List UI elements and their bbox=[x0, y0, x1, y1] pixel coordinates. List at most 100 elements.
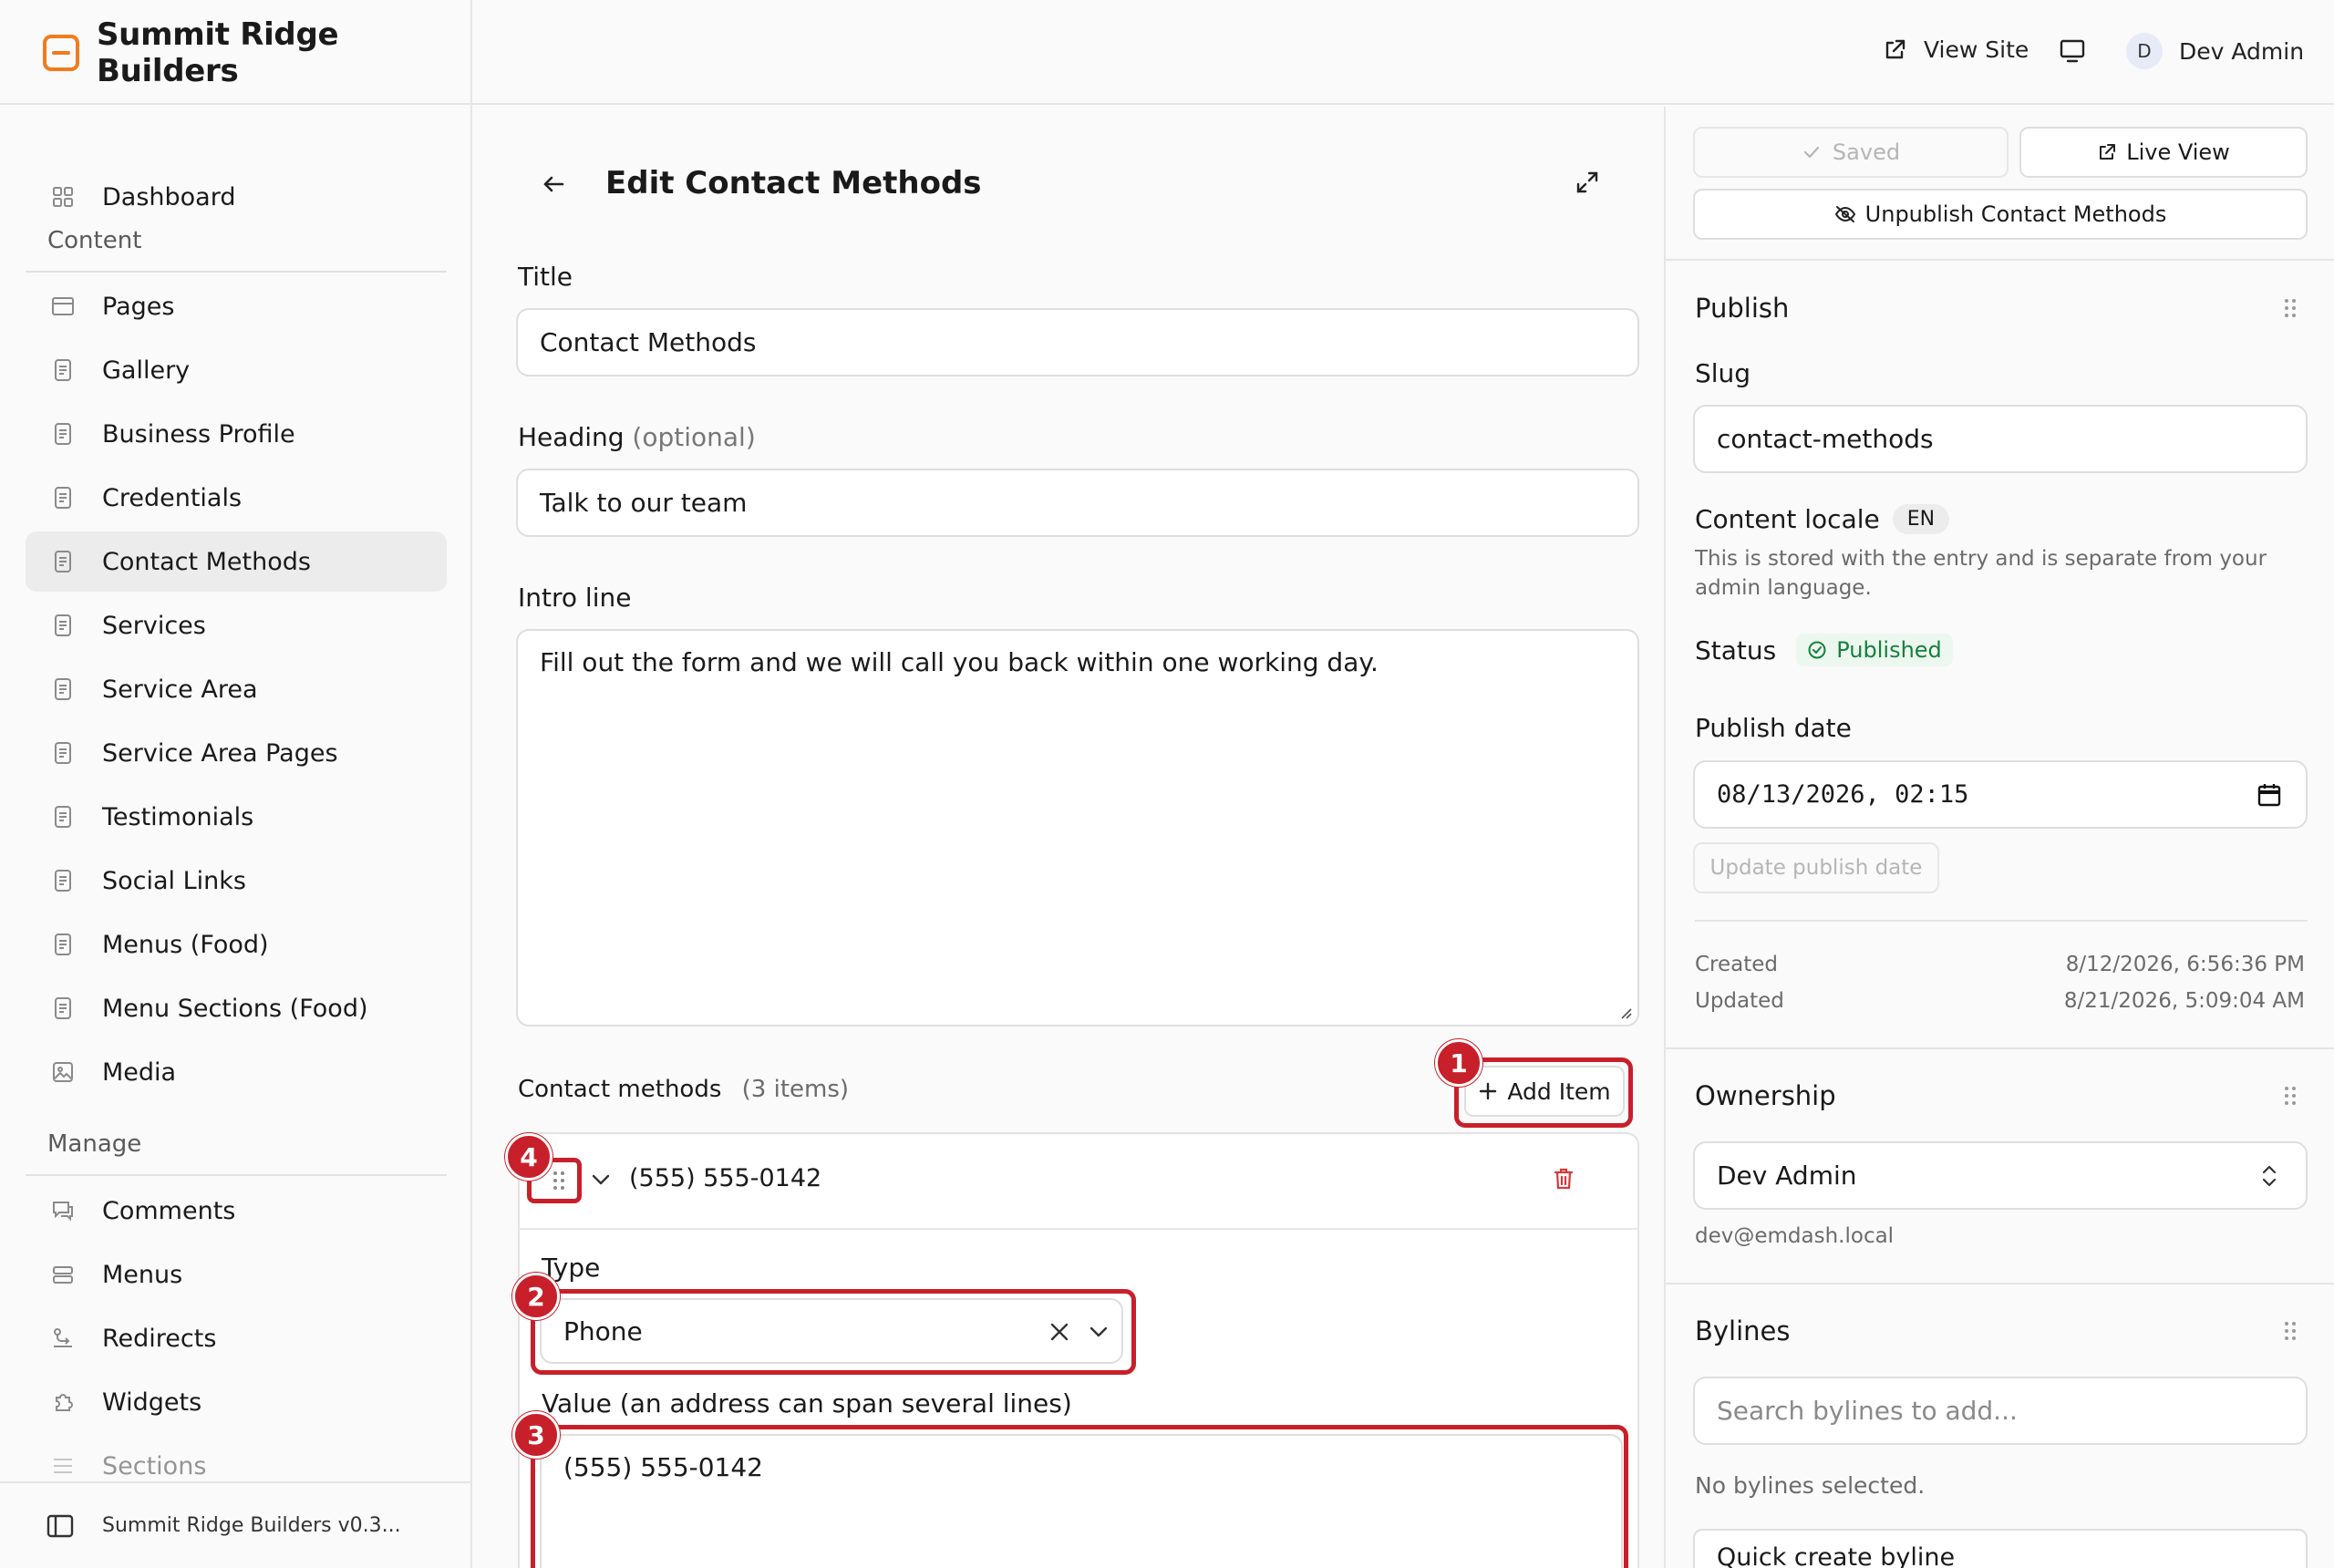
document-icon bbox=[49, 803, 77, 830]
user-name: Dev Admin bbox=[2179, 37, 2305, 65]
sidebar-section-content: Content bbox=[47, 227, 142, 254]
sidebar-item-media[interactable]: Media bbox=[26, 1042, 447, 1102]
locale-badge: EN bbox=[1892, 504, 1950, 534]
sidebar-item-label: Gallery bbox=[102, 356, 191, 385]
optional-hint: (optional) bbox=[632, 422, 756, 452]
slug-input[interactable]: contact-methods bbox=[1693, 405, 2308, 473]
monitor-icon[interactable] bbox=[2059, 38, 2086, 64]
live-view-label: Live View bbox=[2126, 139, 2230, 165]
sidebar-item-menus-food[interactable]: Menus (Food) bbox=[26, 914, 447, 975]
sidebar-item-menu-sections-food[interactable]: Menu Sections (Food) bbox=[26, 978, 447, 1038]
drag-handle-icon[interactable] bbox=[2282, 1084, 2298, 1108]
bylines-search-input[interactable]: Search bylines to add... bbox=[1693, 1377, 2308, 1445]
menu-list-icon bbox=[49, 1261, 77, 1288]
sidebar: Dashboard Content Pages Gallery Business… bbox=[0, 105, 472, 1568]
page-layout-icon bbox=[49, 293, 77, 320]
sidebar-item-label: Service Area bbox=[102, 675, 258, 704]
sidebar-item-gallery[interactable]: Gallery bbox=[26, 340, 447, 400]
sidebar-item-label: Service Area Pages bbox=[102, 738, 338, 768]
no-bylines-text: No bylines selected. bbox=[1695, 1472, 1926, 1499]
heading-label-text: Heading bbox=[518, 422, 625, 452]
image-icon bbox=[49, 1058, 77, 1086]
sidebar-item-widgets[interactable]: Widgets bbox=[26, 1372, 447, 1432]
check-circle-icon bbox=[1807, 640, 1827, 660]
sidebar-item-label: Menu Sections (Food) bbox=[102, 994, 368, 1023]
document-icon bbox=[49, 739, 77, 767]
status-value: Published bbox=[1836, 637, 1942, 663]
repeater-label: Contact methods (3 items) bbox=[518, 1076, 849, 1103]
sidebar-footer: Summit Ridge Builders v0.3... bbox=[0, 1481, 470, 1568]
title-input[interactable]: Contact Methods bbox=[516, 308, 1639, 377]
repeater-item-title: (555) 555-0142 bbox=[629, 1164, 822, 1192]
redirect-icon bbox=[49, 1325, 77, 1352]
page-title: Edit Contact Methods bbox=[605, 165, 982, 201]
quick-create-byline-button[interactable]: Quick create byline bbox=[1693, 1529, 2308, 1568]
chevron-down-icon[interactable] bbox=[589, 1168, 613, 1191]
document-icon bbox=[49, 420, 77, 448]
calendar-icon[interactable] bbox=[2257, 782, 2282, 808]
intro-textarea[interactable]: Fill out the form and we will call you b… bbox=[516, 629, 1639, 1026]
back-arrow-icon[interactable] bbox=[540, 170, 567, 198]
sidebar-item-label: Pages bbox=[102, 292, 175, 321]
sidebar-item-redirects[interactable]: Redirects bbox=[26, 1308, 447, 1368]
owner-value: Dev Admin bbox=[1717, 1161, 1857, 1191]
sidebar-item-label: Business Profile bbox=[102, 419, 295, 449]
update-publish-date-button[interactable]: Update publish date bbox=[1693, 842, 1939, 893]
brand-title: Summit Ridge Builders bbox=[97, 15, 339, 89]
drag-handle-icon[interactable] bbox=[2282, 296, 2298, 320]
slug-label: Slug bbox=[1695, 358, 1751, 388]
document-icon bbox=[49, 548, 77, 575]
live-view-button[interactable]: Live View bbox=[2019, 127, 2308, 178]
trash-icon[interactable] bbox=[1552, 1166, 1575, 1191]
document-icon bbox=[49, 995, 77, 1022]
avatar: D bbox=[2126, 33, 2163, 69]
unpublish-button[interactable]: Unpublish Contact Methods bbox=[1693, 189, 2308, 240]
version-label: Summit Ridge Builders v0.3... bbox=[102, 1514, 401, 1537]
document-icon bbox=[49, 676, 77, 703]
publish-date-input[interactable]: 08/13/2026, 02:15 bbox=[1693, 760, 2308, 829]
sidebar-item-service-area-pages[interactable]: Service Area Pages bbox=[26, 723, 447, 783]
owner-select[interactable]: Dev Admin bbox=[1693, 1141, 2308, 1210]
drag-handle-icon[interactable] bbox=[2282, 1319, 2298, 1343]
sidebar-item-contact-methods[interactable]: Contact Methods bbox=[26, 531, 447, 592]
external-link-icon bbox=[2097, 142, 2117, 162]
annotation-badge-2: 2 bbox=[512, 1273, 560, 1320]
updated-label: Updated bbox=[1695, 989, 1784, 1013]
chevron-up-down-icon bbox=[2258, 1163, 2280, 1189]
sidebar-item-dashboard[interactable]: Dashboard bbox=[26, 167, 447, 227]
user-menu[interactable]: D Dev Admin bbox=[2126, 33, 2304, 69]
sidebar-item-comments[interactable]: Comments bbox=[26, 1181, 447, 1241]
divider bbox=[1695, 920, 2308, 922]
sidebar-item-services[interactable]: Services bbox=[26, 595, 447, 655]
view-site-link[interactable]: View Site bbox=[1882, 36, 2029, 63]
sidebar-toggle-icon[interactable] bbox=[46, 1513, 75, 1539]
settings-panel: Saved Live View Unpublish Contact Method… bbox=[1664, 107, 2334, 1568]
sidebar-item-label: Testimonials bbox=[102, 802, 254, 831]
eye-off-icon bbox=[1834, 204, 1856, 224]
expand-icon[interactable] bbox=[1574, 169, 1601, 196]
sidebar-item-label: Dashboard bbox=[102, 182, 236, 211]
sidebar-item-service-area[interactable]: Service Area bbox=[26, 659, 447, 719]
document-icon bbox=[49, 931, 77, 958]
puzzle-icon bbox=[49, 1388, 77, 1416]
sidebar-item-pages[interactable]: Pages bbox=[26, 276, 447, 336]
resize-handle-icon[interactable] bbox=[1617, 1005, 1632, 1019]
saved-button[interactable]: Saved bbox=[1693, 127, 2009, 178]
sidebar-item-label: Menus bbox=[102, 1260, 183, 1289]
sidebar-item-menus[interactable]: Menus bbox=[26, 1244, 447, 1305]
unpublish-label: Unpublish Contact Methods bbox=[1864, 201, 2167, 227]
annotation-badge-3: 3 bbox=[512, 1411, 560, 1459]
bylines-section-title: Bylines bbox=[1695, 1315, 1791, 1346]
sidebar-item-testimonials[interactable]: Testimonials bbox=[26, 787, 447, 847]
sidebar-item-social-links[interactable]: Social Links bbox=[26, 851, 447, 911]
sidebar-item-business-profile[interactable]: Business Profile bbox=[26, 404, 447, 464]
sidebar-item-credentials[interactable]: Credentials bbox=[26, 468, 447, 528]
status-row: Status Published bbox=[1695, 634, 1953, 666]
heading-input[interactable]: Talk to our team bbox=[516, 469, 1639, 537]
heading-label: Heading (optional) bbox=[518, 422, 756, 452]
sidebar-item-label: Widgets bbox=[102, 1387, 202, 1417]
created-value: 8/12/2026, 6:56:36 PM bbox=[2065, 953, 2305, 976]
sidebar-item-label: Sections bbox=[102, 1451, 207, 1480]
brand[interactable]: Summit Ridge Builders bbox=[0, 0, 472, 105]
document-icon bbox=[49, 612, 77, 639]
